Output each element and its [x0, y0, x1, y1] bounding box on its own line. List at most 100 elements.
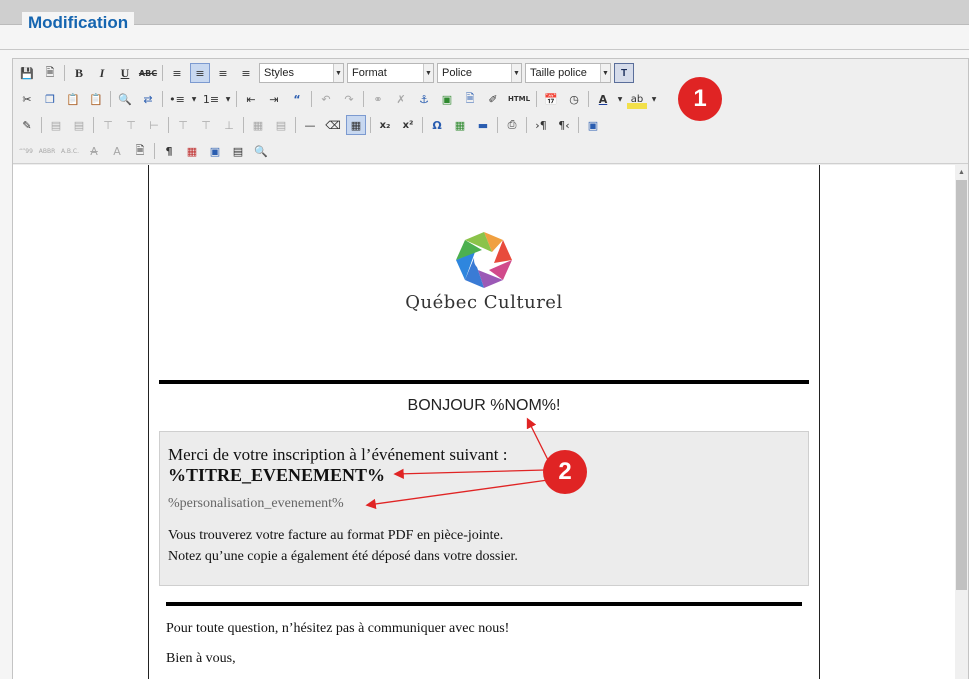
bold-button[interactable]: B	[69, 63, 89, 83]
abbr-icon[interactable]: ABBR	[38, 141, 56, 161]
page-break-icon[interactable]: ▤	[228, 141, 248, 161]
delete-row-icon[interactable]: ⊢	[144, 115, 164, 135]
deletion-icon[interactable]: A	[84, 141, 104, 161]
insert-time-icon[interactable]: ◷	[564, 89, 584, 109]
separator	[311, 91, 312, 107]
html-icon[interactable]: HTML	[506, 89, 532, 109]
rich-text-editor: 💾 🗎 B I U ABC ≡ ≡ ≡ ≡ Styles ▼ Format ▼ Po…	[12, 58, 969, 679]
anchor-icon[interactable]: ⚓	[414, 89, 434, 109]
merge-cells-icon[interactable]: ▤	[271, 115, 291, 135]
signoff-text: Bien à vous,	[166, 651, 236, 666]
special-char-icon[interactable]: Ω	[427, 115, 447, 135]
chevron-down-icon[interactable]: ▼	[616, 89, 624, 109]
chevron-down-icon[interactable]: ▼	[650, 89, 658, 109]
undo-icon[interactable]: ↶	[316, 89, 336, 109]
email-template: Québec Culturel BONJOUR %NOM%! Merci de …	[148, 165, 820, 679]
event-box: Merci de votre inscription à l’événement…	[159, 431, 809, 586]
separator	[536, 91, 537, 107]
paste-word-icon[interactable]: 📋	[86, 89, 106, 109]
attributes-icon[interactable]: 🗎	[130, 141, 150, 161]
annotation-badge-1: 1	[678, 77, 722, 121]
font-select[interactable]: Police ▼	[437, 63, 522, 83]
editor-content-area[interactable]: Québec Culturel BONJOUR %NOM%! Merci de …	[13, 165, 956, 679]
row-props-icon[interactable]: ▤	[46, 115, 66, 135]
image-icon[interactable]: ▣	[437, 89, 457, 109]
layer-icon[interactable]: ▣	[205, 141, 225, 161]
insert-date-icon[interactable]: 📅	[541, 89, 561, 109]
indent-icon[interactable]: ⇥	[264, 89, 284, 109]
insertion-icon[interactable]: A	[107, 141, 127, 161]
chevron-down-icon[interactable]: ▼	[224, 89, 232, 109]
new-page-icon[interactable]: 🗎	[40, 63, 60, 83]
insert-row-after-icon[interactable]: ⊤	[121, 115, 141, 135]
pilcrow-icon[interactable]: ¶	[159, 141, 179, 161]
justify-icon[interactable]: ≡	[236, 63, 256, 83]
fullscreen-icon[interactable]: ▣	[583, 115, 603, 135]
italic-button[interactable]: I	[92, 63, 112, 83]
visual-aid-icon[interactable]: ▦	[346, 115, 366, 135]
format-select[interactable]: Format ▼	[347, 63, 434, 83]
superscript-icon[interactable]: x²	[398, 115, 418, 135]
editor-toolbar: 💾 🗎 B I U ABC ≡ ≡ ≡ ≡ Styles ▼ Format ▼ Po…	[13, 59, 968, 164]
t-button[interactable]: T	[614, 63, 634, 83]
styles-select[interactable]: Styles ▼	[259, 63, 344, 83]
split-cells-icon[interactable]: ▦	[248, 115, 268, 135]
edit-css-icon[interactable]: ✎	[17, 115, 37, 135]
text-color-icon[interactable]: A	[593, 89, 613, 109]
chevron-down-icon[interactable]: ▼	[190, 89, 198, 109]
acronym-icon[interactable]: A.B.C.	[59, 141, 81, 161]
copy-icon[interactable]: ❐	[40, 89, 60, 109]
print-icon[interactable]: ⎙	[502, 115, 522, 135]
vertical-scrollbar[interactable]: ▲	[955, 165, 968, 679]
event-title: %TITRE_EVENEMENT%	[168, 465, 386, 485]
toolbar-row-4: “”99 ABBR A.B.C. A A 🗎 ¶ ▦ ▣ ▤ 🔍	[17, 139, 274, 163]
cleanup-icon[interactable]: ✐	[483, 89, 503, 109]
eraser-icon[interactable]: ⌫	[323, 115, 343, 135]
chevron-down-icon: ▼	[511, 64, 521, 82]
format-select-label: Format	[352, 67, 387, 79]
save-icon[interactable]: 💾	[17, 63, 37, 83]
bullet-list-icon[interactable]: •≡	[167, 89, 187, 109]
underline-button[interactable]: U	[115, 63, 135, 83]
nonbreaking-icon[interactable]: ▦	[182, 141, 202, 161]
font-size-select[interactable]: Taille police ▼	[525, 63, 611, 83]
find-icon[interactable]: 🔍	[115, 89, 135, 109]
replace-icon[interactable]: ⇄	[138, 89, 158, 109]
numbered-list-icon[interactable]: 1≡	[201, 89, 221, 109]
film-icon[interactable]: ▦	[450, 115, 470, 135]
redo-icon[interactable]: ↷	[339, 89, 359, 109]
outdent-icon[interactable]: ⇤	[241, 89, 261, 109]
preview-icon[interactable]: 🔍	[251, 141, 271, 161]
input-icon[interactable]: ▬	[473, 115, 493, 135]
rtl-icon[interactable]: ¶‹	[554, 115, 574, 135]
separator	[422, 117, 423, 133]
align-center-icon[interactable]: ≡	[190, 63, 210, 83]
unlink-icon[interactable]: ✗	[391, 89, 411, 109]
media-icon[interactable]: 🗎	[460, 89, 480, 109]
font-select-label: Police	[442, 67, 472, 79]
align-left-icon[interactable]: ≡	[167, 63, 187, 83]
divider	[159, 380, 809, 384]
cite-icon[interactable]: “”99	[17, 141, 35, 161]
insert-row-before-icon[interactable]: ⊤	[98, 115, 118, 135]
paste-icon[interactable]: 📋	[63, 89, 83, 109]
blockquote-icon[interactable]: “	[287, 89, 307, 109]
align-right-icon[interactable]: ≡	[213, 63, 233, 83]
highlight-icon[interactable]: ab	[627, 89, 647, 109]
delete-col-icon[interactable]: ⊥	[219, 115, 239, 135]
aperture-icon	[456, 232, 512, 288]
insert-col-before-icon[interactable]: ⊤	[173, 115, 193, 135]
cut-icon[interactable]: ✂	[17, 89, 37, 109]
cell-props-icon[interactable]: ▤	[69, 115, 89, 135]
subscript-icon[interactable]: x₂	[375, 115, 395, 135]
page-frame: Modification 💾 🗎 B I U ABC ≡ ≡ ≡ ≡ Style…	[0, 0, 969, 679]
link-icon[interactable]: ⚭	[368, 89, 388, 109]
scroll-up-icon[interactable]: ▲	[955, 165, 968, 179]
strikethrough-button[interactable]: ABC	[138, 63, 158, 83]
horizontal-rule-icon[interactable]: —	[300, 115, 320, 135]
ltr-icon[interactable]: ›¶	[531, 115, 551, 135]
insert-col-after-icon[interactable]: ⊤	[196, 115, 216, 135]
separator	[497, 117, 498, 133]
chevron-down-icon: ▼	[333, 64, 343, 82]
scrollbar-thumb[interactable]	[956, 180, 967, 590]
